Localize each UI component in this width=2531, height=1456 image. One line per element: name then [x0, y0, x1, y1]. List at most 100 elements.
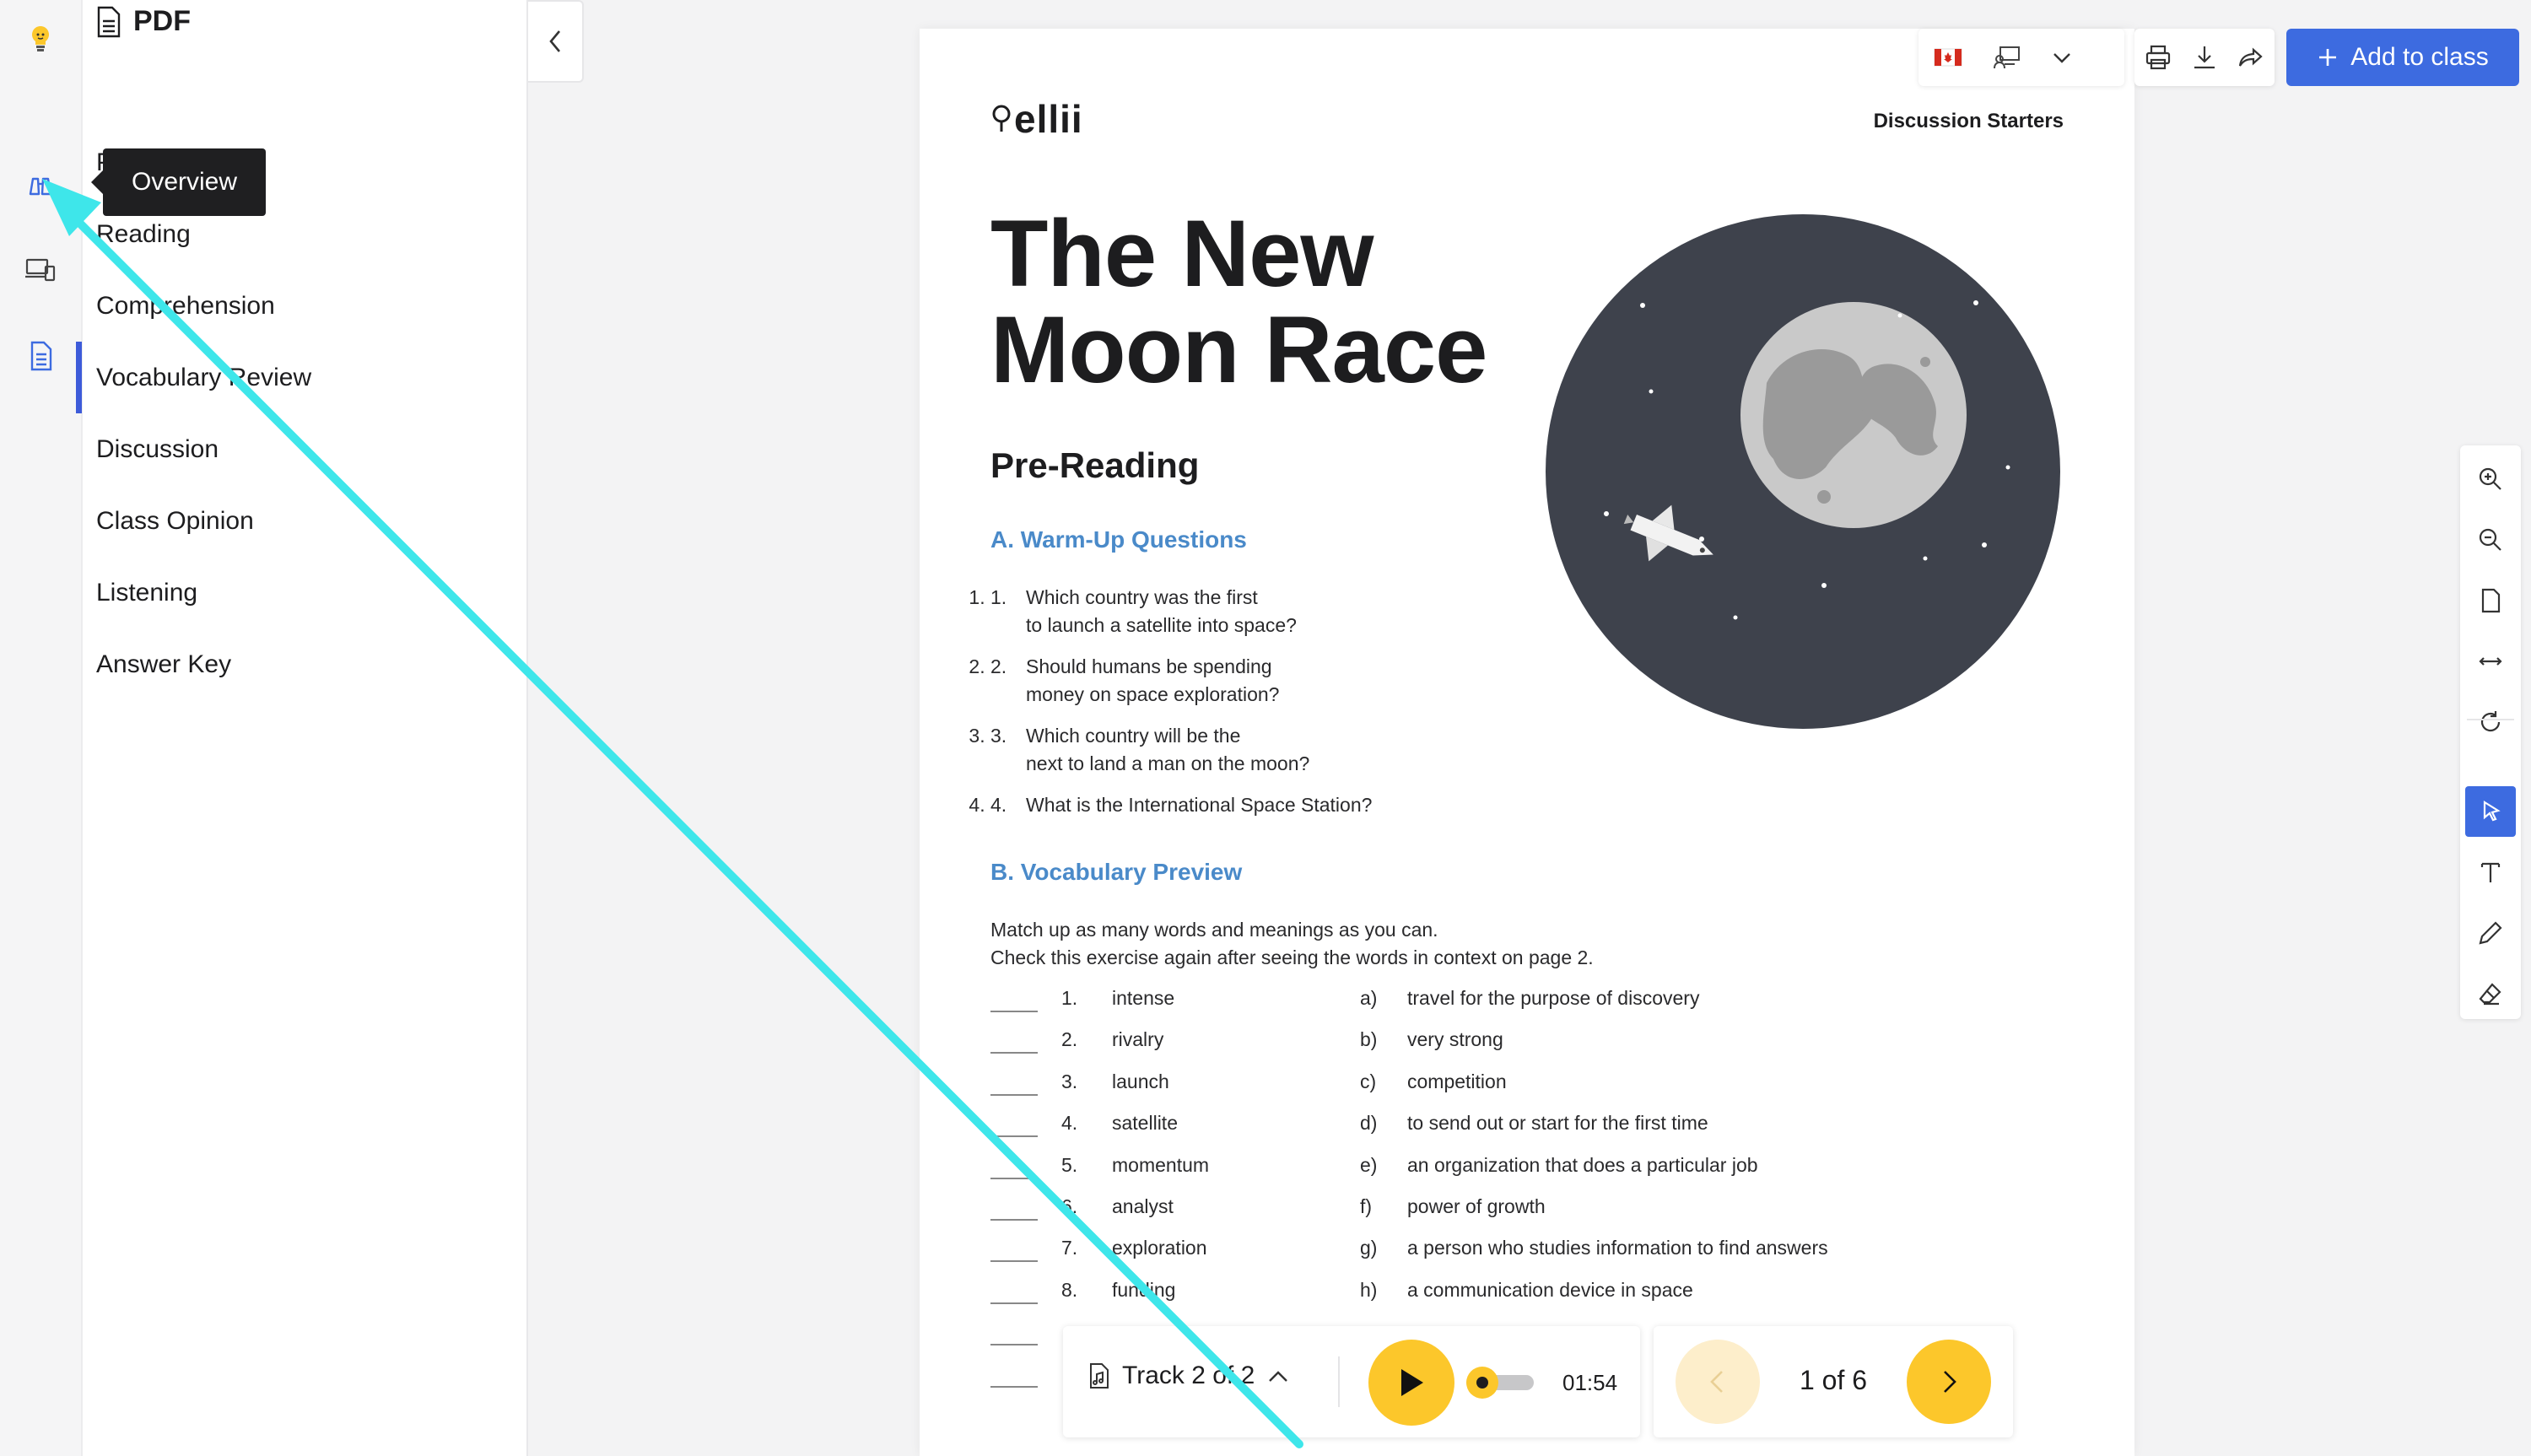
add-to-class-button[interactable]: Add to class — [2286, 29, 2519, 86]
collapse-sidebar-button[interactable] — [528, 0, 584, 83]
answer-blank[interactable] — [990, 1093, 1038, 1096]
answer-blank[interactable] — [990, 1260, 1038, 1263]
question-item: 3.Which country will be the next to land… — [990, 722, 1581, 778]
fit-width-button[interactable] — [2465, 636, 2516, 687]
download-button[interactable] — [2181, 29, 2227, 86]
classroom-dropdown[interactable] — [2037, 29, 2087, 86]
question-item: 2.Should humans be spending money on spa… — [990, 653, 1581, 709]
icon-rail — [0, 0, 83, 1456]
pointer-tool-button[interactable] — [2465, 786, 2516, 837]
seek-handle[interactable] — [1466, 1367, 1499, 1399]
plus-icon — [2319, 49, 2337, 66]
sidebar-item-vocabulary-review[interactable]: Vocabulary Review — [76, 342, 528, 413]
answer-blank[interactable] — [990, 1218, 1038, 1221]
bulb-logo-icon — [992, 105, 1011, 132]
eraser-icon — [2479, 983, 2501, 1006]
answer-blank[interactable] — [990, 1302, 1038, 1304]
track-label: Track 2 of 2 — [1122, 1362, 1255, 1389]
chevron-left-icon — [1710, 1371, 1723, 1393]
overview-tooltip: Overview — [90, 148, 267, 216]
vocab-row: 5. momentum e) an organization that does a … — [990, 1154, 1918, 1195]
vocab-row: 4. satellite d) to send out or start for th… — [990, 1112, 1918, 1153]
playback-time: 01:54 — [1562, 1370, 1618, 1395]
vocab-row: 2. rivalry b) very strong — [990, 1028, 1918, 1070]
audio-player: Track 2 of 2 01:54 — [1063, 1326, 1640, 1437]
play-icon — [1401, 1369, 1423, 1396]
annotation-toolbar — [2460, 445, 2521, 1019]
lightbulb-icon[interactable] — [19, 17, 62, 61]
vocab-row: 7. exploration g) a person who studies info… — [990, 1237, 1918, 1278]
text-icon — [2480, 862, 2501, 882]
track-selector[interactable]: Track 2 of 2 — [1088, 1362, 1290, 1390]
next-page-button[interactable] — [1907, 1340, 1991, 1424]
vocab-row: 6. analyst f) power of growth — [990, 1195, 1918, 1237]
document-title: The New Moon Race — [990, 201, 1487, 402]
sidebar-item-comprehension[interactable]: Comprehension — [83, 270, 528, 342]
panel-header: PDF — [96, 5, 191, 38]
chevron-left-icon — [549, 30, 560, 52]
add-to-class-label: Add to class — [2350, 43, 2489, 71]
binoculars-icon[interactable] — [19, 164, 62, 208]
vocab-row: 1. intense a) travel for the purpose of dis… — [990, 987, 1918, 1028]
chevron-down-icon — [2053, 53, 2070, 63]
answer-blank[interactable] — [990, 1135, 1038, 1138]
zoom-in-button[interactable] — [2465, 454, 2516, 504]
previous-page-button[interactable] — [1676, 1340, 1760, 1424]
sidebar-item-class-opinion[interactable]: Class Opinion — [83, 485, 528, 557]
document-category: Discussion Starters — [1873, 110, 2064, 132]
classroom-mode-button[interactable] — [1978, 29, 2037, 86]
answer-blank[interactable] — [990, 1177, 1038, 1179]
vocab-instructions: Match up as many words and meanings as y… — [990, 919, 1594, 968]
play-button[interactable] — [1368, 1340, 1454, 1426]
rotate-icon — [2480, 711, 2501, 732]
fit-page-icon — [2481, 588, 2501, 613]
vocab-row: 8. funding h) a communication device in spa… — [990, 1279, 1918, 1320]
zoom-out-icon — [2479, 528, 2501, 551]
fit-width-icon — [2479, 657, 2502, 666]
zoom-out-button[interactable] — [2465, 515, 2516, 565]
print-button[interactable] — [2134, 29, 2181, 86]
chevron-right-icon — [1944, 1371, 1956, 1393]
download-icon — [2194, 46, 2215, 69]
chevron-up-icon — [1269, 1371, 1288, 1382]
sidebar-item-answer-key[interactable]: Answer Key — [83, 628, 528, 700]
ellii-logo: ellii — [990, 96, 1083, 142]
rotate-button[interactable] — [2465, 697, 2516, 747]
document-icon[interactable] — [19, 334, 62, 378]
moon-illustration — [1546, 214, 2060, 729]
fit-page-button[interactable] — [2465, 575, 2516, 626]
pdf-file-icon — [97, 6, 121, 37]
section-title: Pre-Reading — [990, 445, 1200, 485]
answer-blank[interactable] — [990, 1052, 1038, 1054]
answer-blank[interactable] — [990, 1344, 1038, 1346]
sidebar-item-listening[interactable]: Listening — [83, 557, 528, 628]
music-file-icon — [1090, 1363, 1109, 1389]
eraser-tool-button[interactable] — [2465, 968, 2516, 1019]
warm-up-questions: 1.Which country was the first to launch … — [990, 584, 1581, 833]
sidebar-item-discussion[interactable]: Discussion — [83, 413, 528, 485]
logo-text: ellii — [1014, 97, 1083, 141]
vocab-row: 3. launch c) competition — [990, 1070, 1918, 1112]
part-b-title: B. Vocabulary Preview — [990, 859, 1243, 885]
page-indicator: 1 of 6 — [1799, 1365, 1868, 1395]
sidebar-panel: PDF Pre-Reading Reading Comprehension Vo… — [76, 0, 528, 1456]
tools-divider — [2467, 719, 2514, 720]
player-divider — [1338, 1356, 1340, 1407]
question-item: 1.Which country was the first to launch … — [990, 584, 1581, 639]
answer-blank[interactable] — [990, 1385, 1038, 1388]
print-icon — [2145, 45, 2170, 70]
classroom-icon — [1994, 46, 2020, 69]
document-page: ellii Discussion Starters The New Moon R… — [920, 29, 2134, 1456]
share-button[interactable] — [2227, 29, 2274, 86]
part-a-title: A. Warm-Up Questions — [990, 526, 1247, 553]
text-tool-button[interactable] — [2465, 847, 2516, 898]
devices-icon[interactable] — [19, 248, 62, 292]
panel-title: PDF — [133, 5, 191, 37]
pencil-tool-button[interactable] — [2465, 908, 2516, 958]
answer-blank[interactable] — [990, 1011, 1038, 1012]
canada-flag-icon — [1934, 48, 1962, 67]
pointer-icon — [2483, 801, 2501, 822]
file-actions-group — [2134, 29, 2275, 86]
language-toggle[interactable] — [1918, 29, 1978, 86]
share-icon — [2238, 47, 2263, 67]
